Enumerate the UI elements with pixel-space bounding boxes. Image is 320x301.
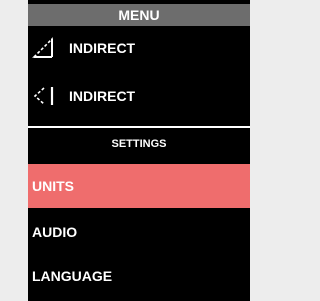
menu-title: MENU [28, 4, 250, 26]
settings-item-label: LANGUAGE [32, 268, 113, 284]
menu-item-label: INDIRECT [69, 40, 136, 56]
settings-title: SETTINGS [111, 138, 167, 150]
settings-item-label: UNITS [32, 178, 74, 194]
ruler-angle-icon [30, 84, 58, 108]
menu-item-indirect-2[interactable]: INDIRECT [28, 76, 250, 116]
ruler-triangle-icon [30, 36, 58, 60]
menu-item-indirect-1[interactable]: INDIRECT [28, 30, 250, 66]
settings-item-units[interactable]: UNITS [28, 164, 250, 208]
settings-item-label: AUDIO [32, 224, 78, 240]
menu-item-label: INDIRECT [69, 88, 136, 104]
settings-item-language[interactable]: LANGUAGE [28, 256, 250, 296]
settings-item-audio[interactable]: AUDIO [28, 212, 250, 252]
menu-panel: MENU INDIRECT INDIRECT SETTINGS UNITS AU… [28, 0, 250, 301]
